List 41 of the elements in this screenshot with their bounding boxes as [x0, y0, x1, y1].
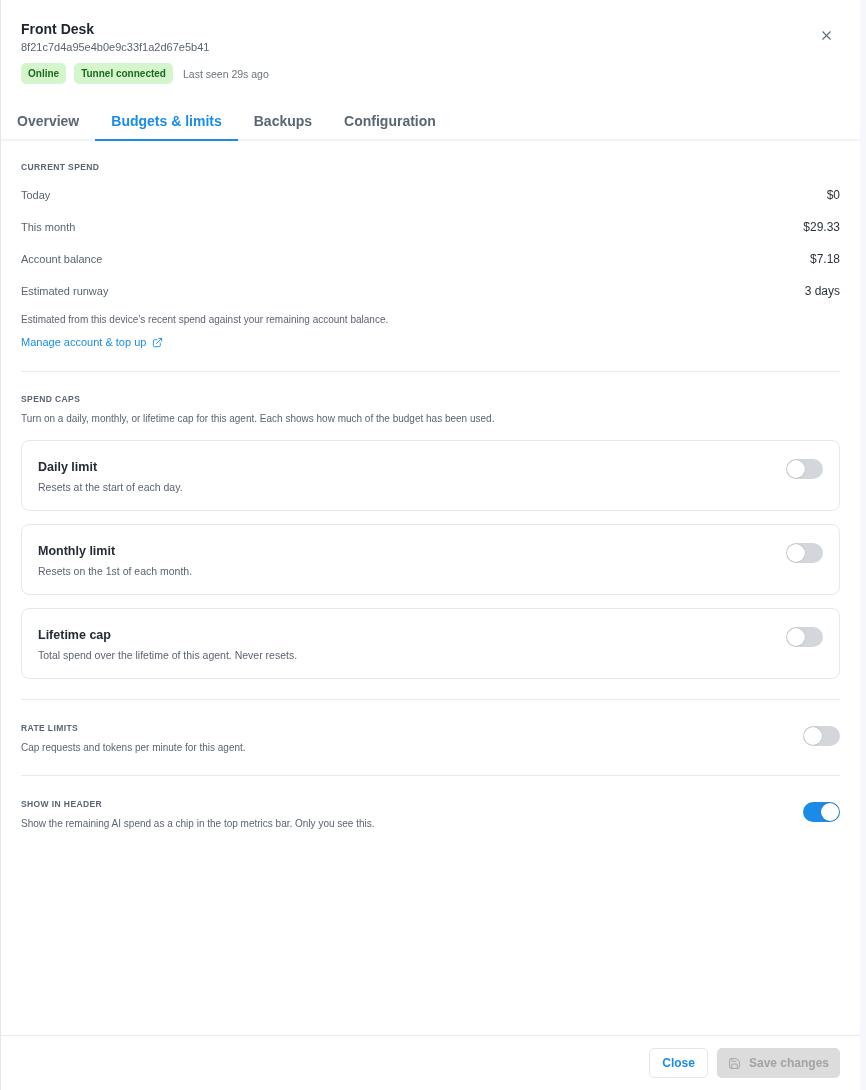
status-badge: Tunnel connected: [74, 63, 173, 84]
toggle-switch[interactable]: [803, 802, 840, 822]
device-id: 8f21c7d4a95e4b0e9c33f1a2d67e5b41: [21, 40, 210, 55]
tab[interactable]: Budgets & limits: [95, 103, 238, 141]
section-description: Show the remaining AI spend as a chip in the top metrics bar. Only you see this.: [21, 817, 375, 831]
cap-title: Monthly limit: [38, 543, 116, 559]
section-heading: SHOW IN HEADER: [21, 798, 103, 810]
tab[interactable]: Configuration: [328, 103, 452, 141]
device-title: Front Desk: [21, 20, 95, 38]
close-button[interactable]: Close: [649, 1048, 708, 1078]
spend-label: Account balance: [21, 253, 103, 265]
last-seen-text: Last seen 29s ago: [182, 67, 269, 80]
cap-title: Daily limit: [38, 459, 98, 475]
save-icon: [727, 1056, 741, 1070]
cap-description: Resets on the 1st of each month.: [38, 564, 193, 578]
section-heading: CURRENT SPEND: [21, 161, 100, 173]
section-description: Cap requests and tokens per minute for this agent.: [21, 741, 246, 755]
manage-account-link[interactable]: Manage account & top up: [21, 335, 164, 349]
cap-title: Lifetime cap: [38, 627, 111, 643]
cap-description: Total spend over the lifetime of this agent. Never resets.: [38, 648, 298, 662]
spend-note: Estimated from this device’s recent spend against your remaining account balance.: [21, 313, 389, 327]
spend-label: Estimated runway: [21, 285, 109, 297]
tab[interactable]: Overview: [1, 103, 96, 141]
status-badge: Online: [21, 63, 67, 84]
section-description: Turn on a daily, monthly, or lifetime cap for this agent. Each shows how much of the budget has been used.: [21, 412, 495, 426]
spend-value: 3 days: [804, 284, 840, 298]
toggle-switch[interactable]: [786, 543, 823, 563]
spend-value: $0: [826, 188, 840, 202]
spend-value: $29.33: [803, 220, 840, 234]
tab[interactable]: Backups: [237, 103, 329, 141]
section-heading: SPEND CAPS: [21, 393, 81, 405]
spend-label: Today: [21, 189, 51, 201]
close-icon[interactable]: [819, 28, 834, 43]
toggle-switch[interactable]: [803, 726, 840, 746]
cap-description: Resets at the start of each day.: [38, 480, 183, 494]
external-link-icon: [152, 336, 164, 348]
spend-label: This month: [21, 221, 76, 233]
toggle-switch[interactable]: [786, 627, 823, 647]
spend-value: $7.18: [809, 252, 840, 266]
toggle-switch[interactable]: [786, 459, 823, 479]
section-heading: RATE LIMITS: [21, 722, 79, 734]
